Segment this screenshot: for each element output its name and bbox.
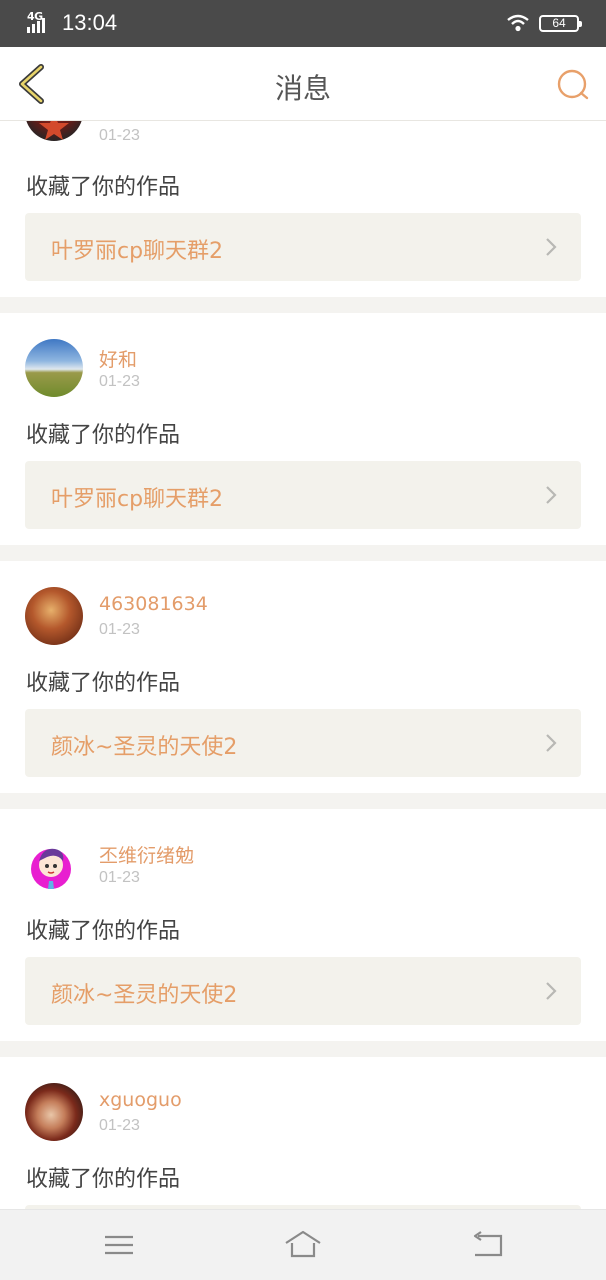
message-date: 01-23: [99, 621, 140, 638]
work-title: 叶罗丽cp聊天群2: [51, 487, 224, 512]
message-date: 01-23: [99, 373, 140, 390]
username[interactable]: xguoguo: [99, 1089, 182, 1111]
battery-indicator: 64: [539, 15, 582, 32]
message-card: 463081634 01-23 收藏了你的作品 颜冰~圣灵的天使2: [0, 561, 606, 793]
work-link[interactable]: 叶罗丽cp聊天群2: [25, 213, 581, 281]
work-link[interactable]: 叶罗丽cp聊天群2: [25, 461, 581, 529]
action-text: 收藏了你的作品: [26, 423, 181, 448]
status-time: 13:04: [62, 10, 118, 35]
return-icon[interactable]: [467, 1228, 507, 1262]
message-card: xguoguo 01-23 收藏了你的作品: [0, 1057, 606, 1209]
page-title: 消息: [274, 72, 331, 105]
work-title: 颜冰~圣灵的天使2: [51, 735, 238, 760]
chevron-right-icon: [546, 982, 557, 1000]
battery-level: 64: [552, 16, 566, 30]
user-avatar[interactable]: [25, 121, 83, 141]
chevron-right-icon: [546, 734, 557, 752]
system-nav-bar: [0, 1209, 606, 1280]
user-avatar[interactable]: [25, 1083, 83, 1141]
username[interactable]: 463081634: [99, 593, 208, 615]
user-avatar[interactable]: [25, 339, 83, 397]
message-card: 好和 01-23 收藏了你的作品 叶罗丽cp聊天群2: [0, 313, 606, 545]
message-card: 丕维衍绪勉 01-23 收藏了你的作品 颜冰~圣灵的天使2: [0, 809, 606, 1041]
chevron-right-icon: [546, 486, 557, 504]
message-date: 01-23: [99, 127, 140, 144]
username[interactable]: 丕维衍绪勉: [99, 841, 194, 868]
message-date: 01-23: [99, 869, 140, 886]
home-icon[interactable]: [283, 1228, 323, 1262]
menu-icon[interactable]: [99, 1228, 139, 1262]
wifi-icon: [507, 14, 529, 32]
message-list[interactable]: 01-23 收藏了你的作品 叶罗丽cp聊天群2 好和 01-23 收藏了你的作品…: [0, 121, 606, 1209]
action-text: 收藏了你的作品: [26, 1167, 181, 1192]
message-date: 01-23: [99, 1117, 140, 1134]
action-text: 收藏了你的作品: [26, 919, 181, 944]
action-text: 收藏了你的作品: [26, 671, 181, 696]
header: 消息: [0, 47, 606, 121]
work-link[interactable]: 颜冰~圣灵的天使2: [25, 957, 581, 1025]
work-link[interactable]: 颜冰~圣灵的天使2: [25, 709, 581, 777]
action-text: 收藏了你的作品: [26, 175, 181, 200]
search-icon[interactable]: [555, 67, 591, 103]
user-avatar[interactable]: [25, 587, 83, 645]
message-card: 01-23 收藏了你的作品 叶罗丽cp聊天群2: [0, 121, 606, 297]
star-icon: [39, 121, 69, 140]
user-avatar[interactable]: [25, 835, 83, 893]
username[interactable]: 好和: [99, 345, 137, 372]
work-title: 颜冰~圣灵的天使2: [51, 983, 238, 1008]
signal-icon: [27, 18, 45, 33]
chevron-right-icon: [546, 238, 557, 256]
cartoon-avatar-icon: [31, 848, 71, 889]
status-bar: 4G 13:04 64: [0, 0, 606, 47]
work-title: 叶罗丽cp聊天群2: [51, 239, 224, 264]
